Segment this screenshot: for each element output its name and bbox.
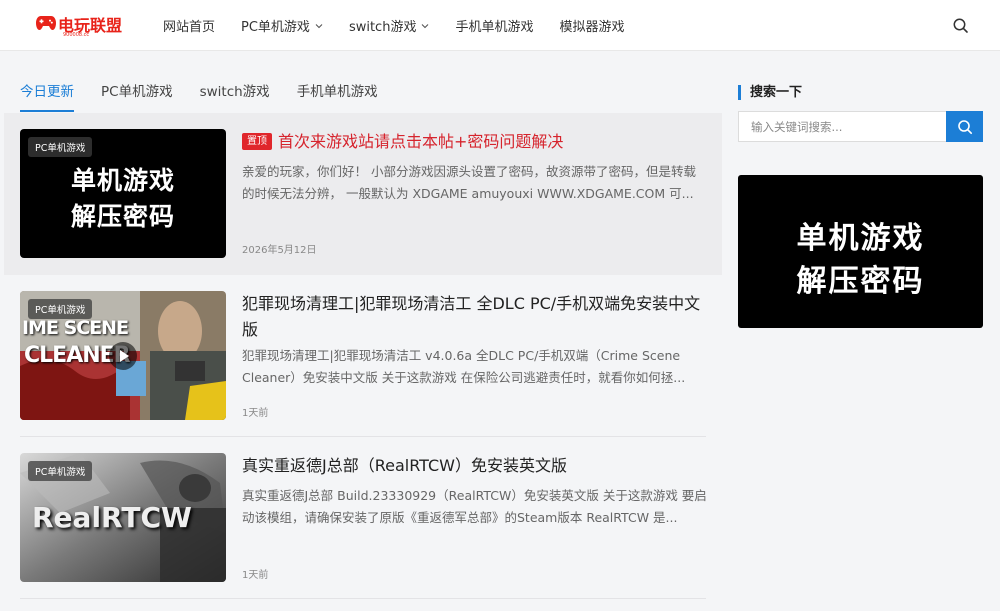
nav-item-label: PC单机游戏 xyxy=(241,20,310,35)
post-thumbnail[interactable]: RealRTCW PC单机游戏 xyxy=(20,453,226,582)
nav-item-label: switch游戏 xyxy=(348,20,417,35)
post-title-text: 首次来游戏站请点击本帖+密码问题解决 xyxy=(278,132,564,151)
nav-item-switch-games[interactable]: switch游戏 xyxy=(349,16,430,35)
post-date: 2026年5月12日 xyxy=(242,245,317,256)
post-thumbnail[interactable]: IME SCENE CLEANER PC单机游戏 xyxy=(20,291,226,420)
gamepad-icon xyxy=(36,16,56,30)
search-icon[interactable] xyxy=(952,17,969,34)
post-thumbnail[interactable]: PC单机游戏 单机游戏 解压密码 xyxy=(20,129,226,258)
tab-today-updates[interactable]: 今日更新 xyxy=(20,82,74,112)
post-item[interactable]: RealRTCW PC单机游戏 真实重返德J总部（RealRTCW）免安装英文版… xyxy=(4,437,722,599)
post-item-sticky[interactable]: PC单机游戏 单机游戏 解压密码 置顶 首次来游戏站请点击本帖+密码问题解决 亲爱… xyxy=(4,113,722,275)
thumb-text-line: 单机游戏 xyxy=(70,166,175,195)
nav-item-home[interactable]: 网站首页 xyxy=(163,16,215,35)
divider xyxy=(20,598,706,599)
category-tabs: 今日更新 PC单机游戏 switch游戏 手机单机游戏 xyxy=(20,82,405,112)
play-icon[interactable] xyxy=(108,341,138,371)
post-excerpt: 犯罪现场清理工|犯罪现场清洁工 v4.0.6a 全DLC PC/手机双端（Cri… xyxy=(242,348,686,385)
post-date: 1天前 xyxy=(242,570,269,581)
nav-item-mobile-games[interactable]: 手机单机游戏 xyxy=(455,16,533,35)
sticky-badge: 置顶 xyxy=(242,133,272,150)
category-tag[interactable]: PC单机游戏 xyxy=(28,461,93,481)
thumb-game-title: IME SCENE xyxy=(22,317,129,339)
banner-text-line: 解压密码 xyxy=(796,264,925,299)
post-item[interactable]: IME SCENE CLEANER PC单机游戏 犯罪现场清理工|犯罪现场清洁工… xyxy=(4,275,722,437)
brand-subtext: 900008.cc xyxy=(63,32,90,38)
nav-item-label: 网站首页 xyxy=(163,20,216,35)
site-header: 电玩联盟 900008.cc 网站首页 PC单机游戏 switch游戏 手机单机… xyxy=(0,0,1000,51)
sidebar-search-title: 搜索一下 xyxy=(738,85,802,100)
main-nav: 网站首页 PC单机游戏 switch游戏 手机单机游戏 模拟器游戏 xyxy=(163,0,650,51)
nav-item-label: 手机单机游戏 xyxy=(455,20,534,35)
tab-switch-games[interactable]: switch游戏 xyxy=(200,82,270,112)
post-date: 1天前 xyxy=(242,408,269,419)
post-excerpt: 真实重返德J总部 Build.23330929（RealRTCW）免安装英文版 … xyxy=(242,488,707,525)
search-icon xyxy=(957,119,972,134)
nav-item-pc-games[interactable]: PC单机游戏 xyxy=(241,16,323,35)
category-tag[interactable]: PC单机游戏 xyxy=(28,299,93,319)
site-logo[interactable]: 电玩联盟 900008.cc xyxy=(36,12,122,42)
nav-item-emulator-games[interactable]: 模拟器游戏 xyxy=(559,16,624,35)
chevron-down-icon xyxy=(422,23,429,28)
thumb-text-line: 解压密码 xyxy=(70,202,175,231)
post-excerpt: 亲爱的玩家，你们好！ 小部分游戏因源头设置了密码，故资源带了密码，但是转载的时候… xyxy=(242,164,696,201)
sidebar-banner[interactable]: 单机游戏 解压密码 xyxy=(738,175,983,328)
nav-item-label: 模拟器游戏 xyxy=(559,20,625,35)
banner-text-line: 单机游戏 xyxy=(796,221,925,256)
category-tag[interactable]: PC单机游戏 xyxy=(28,137,93,157)
search-input[interactable] xyxy=(738,111,946,142)
tab-mobile-games[interactable]: 手机单机游戏 xyxy=(297,82,378,112)
search-button[interactable] xyxy=(946,111,983,142)
thumb-game-title: RealRTCW xyxy=(32,501,192,534)
chevron-down-icon xyxy=(315,23,323,28)
post-title[interactable]: 真实重返德J总部（RealRTCW）免安装英文版 xyxy=(242,453,708,479)
sidebar-search xyxy=(738,111,983,142)
post-title[interactable]: 犯罪现场清理工|犯罪现场清洁工 全DLC PC/手机双端免安装中文版 xyxy=(242,291,708,343)
tab-pc-games[interactable]: PC单机游戏 xyxy=(101,82,173,112)
post-title[interactable]: 置顶 首次来游戏站请点击本帖+密码问题解决 xyxy=(242,129,708,155)
